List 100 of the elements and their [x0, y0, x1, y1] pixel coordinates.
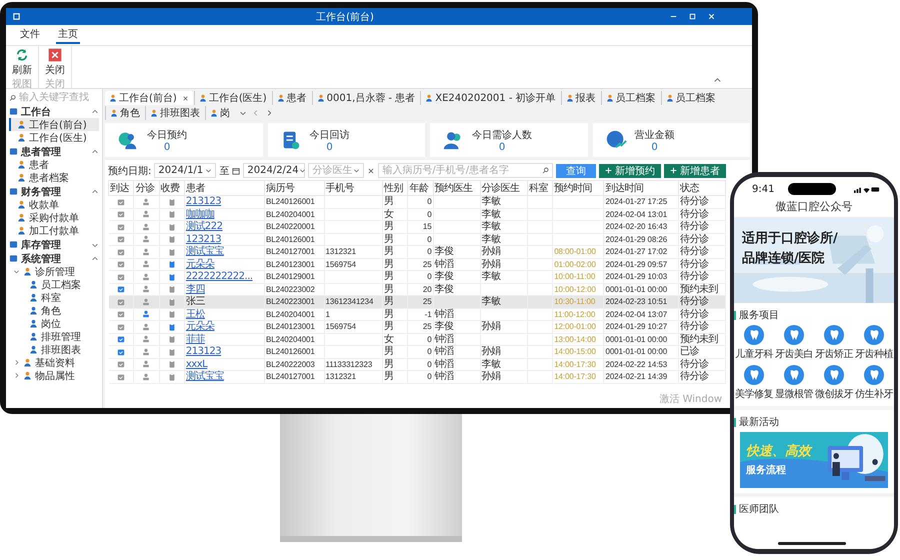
column-header[interactable]: 性别 — [382, 180, 408, 196]
menu-tab[interactable]: 文件 — [18, 26, 42, 44]
calendar-icon[interactable] — [116, 322, 125, 331]
patient-link[interactable]: 元朵朵 — [186, 258, 214, 270]
patient-link[interactable]: 元朵朵 — [186, 321, 214, 332]
service-label[interactable]: 儿童牙科 — [735, 347, 773, 361]
clipboard-icon[interactable] — [168, 235, 176, 244]
person-icon[interactable] — [142, 235, 150, 244]
document-tab[interactable]: 员工档案 — [660, 91, 720, 105]
column-header[interactable]: 科室 — [527, 180, 553, 196]
calendar-icon[interactable] — [116, 372, 125, 381]
document-tab[interactable]: 工作台(前台) — [105, 91, 193, 105]
clipboard-icon[interactable] — [168, 335, 176, 344]
caret-icon[interactable] — [298, 167, 306, 174]
person-icon[interactable] — [142, 272, 150, 281]
patient-link[interactable]: 菲菲 — [186, 334, 205, 345]
tab-list-icon[interactable] — [239, 109, 247, 117]
calendar-icon[interactable] — [116, 222, 125, 231]
calendar-icon[interactable] — [116, 248, 125, 256]
clipboard-icon[interactable] — [168, 272, 176, 281]
scroll-right-icon[interactable] — [265, 109, 273, 117]
sidebar-item[interactable]: 岗位 — [9, 317, 99, 330]
sidebar-item[interactable]: 基础资料 — [9, 356, 99, 369]
sidebar-item[interactable]: 患者档案 — [9, 171, 99, 184]
patient-link[interactable]: 咖咖咖 — [186, 208, 214, 220]
clipboard-icon[interactable] — [168, 322, 176, 331]
scroll-left-icon[interactable] — [252, 109, 260, 117]
maximize-icon[interactable] — [688, 12, 697, 21]
person-icon[interactable] — [142, 248, 150, 256]
calendar-icon[interactable] — [116, 235, 125, 244]
column-header[interactable]: 预约医生 — [433, 180, 480, 196]
clipboard-icon[interactable] — [168, 260, 176, 268]
sidebar-item[interactable]: 采购付款单 — [9, 211, 99, 224]
tooth-icon[interactable] — [784, 365, 804, 385]
clipboard-icon[interactable] — [168, 372, 176, 381]
add-button[interactable]: 新增患者 — [664, 164, 726, 178]
patient-link[interactable]: 李四 — [186, 284, 205, 295]
patient-link[interactable]: 测试宝宝 — [186, 246, 224, 258]
person-icon[interactable] — [142, 285, 150, 294]
person-icon[interactable] — [142, 198, 150, 206]
date-field[interactable]: 2024/1/1 — [154, 163, 216, 178]
column-header[interactable]: 分诊 — [134, 180, 160, 196]
sidebar-section[interactable]: 患者管理 — [9, 145, 99, 158]
clipboard-icon[interactable] — [168, 310, 176, 318]
patient-link[interactable]: 测试222 — [186, 221, 222, 232]
service-label[interactable]: 牙齿美白 — [775, 347, 813, 361]
column-header[interactable]: 到达时间 — [604, 180, 678, 196]
document-tab[interactable]: XE240202001 - 初诊开单 — [420, 91, 560, 105]
column-header[interactable]: 预约时间 — [552, 180, 604, 196]
caret-icon[interactable] — [13, 268, 20, 275]
sidebar-item[interactable]: 收款单 — [9, 198, 99, 211]
refresh-button[interactable]: 刷新 — [10, 48, 34, 77]
patient-link[interactable]: xxxL — [186, 358, 208, 370]
person-icon[interactable] — [142, 260, 150, 268]
sidebar-section[interactable]: 财务管理 — [9, 185, 99, 198]
sidebar-item[interactable]: 角色 — [9, 304, 99, 317]
service-label[interactable]: 牙齿矫正 — [815, 347, 853, 361]
sidebar-item[interactable]: 工作台(医生) — [9, 131, 99, 144]
person-icon[interactable] — [142, 298, 150, 306]
clipboard-icon[interactable] — [168, 210, 176, 218]
sidebar-item[interactable]: 诊所管理 — [9, 265, 99, 278]
person-icon[interactable] — [142, 335, 150, 344]
date-field[interactable]: 2024/2/24 — [243, 163, 306, 178]
patient-link[interactable]: 测试宝宝 — [186, 371, 224, 382]
caret-icon[interactable] — [205, 167, 212, 174]
column-header[interactable]: 病历号 — [264, 180, 324, 196]
person-icon[interactable] — [142, 222, 150, 231]
clipboard-icon[interactable] — [168, 222, 176, 231]
calendar-icon[interactable] — [116, 198, 125, 206]
document-tab[interactable]: 角色 — [105, 106, 144, 120]
person-icon[interactable] — [142, 360, 150, 368]
patient-link[interactable]: 213123 — [186, 346, 222, 358]
patient-link[interactable]: 王松 — [186, 308, 205, 320]
calendar-icon[interactable] — [116, 272, 125, 281]
sidebar-item[interactable]: 患者 — [9, 158, 99, 171]
document-tab[interactable]: 0001,吕永蓉 - 患者 — [312, 91, 420, 105]
calendar-icon[interactable] — [116, 210, 125, 218]
tooth-icon[interactable] — [824, 365, 844, 385]
sidebar-item[interactable]: 员工档案 — [9, 278, 99, 291]
patient-link[interactable]: 123213 — [186, 234, 222, 245]
sidebar-section[interactable]: 系统管理 — [9, 252, 99, 265]
calendar-icon[interactable] — [116, 260, 125, 268]
person-icon[interactable] — [142, 310, 150, 318]
caret-icon[interactable] — [353, 167, 360, 174]
clipboard-icon[interactable] — [168, 298, 176, 306]
service-label[interactable]: 显微根管 — [775, 387, 813, 401]
sidebar-section[interactable]: 库存管理 — [9, 238, 99, 251]
service-label[interactable]: 仿生补牙 — [855, 387, 893, 401]
chevron-icon[interactable] — [91, 108, 99, 116]
selected-row[interactable]: 张三 BL240223001 13612341234 男 25 李敏 10:30-11:00 2024-02-23 10:51 待分诊 — [108, 296, 726, 308]
service-label[interactable]: 美学修复 — [735, 387, 773, 401]
calendar-icon[interactable] — [116, 360, 125, 368]
close-button[interactable]: 关闭 — [43, 48, 67, 77]
calendar-icon[interactable] — [116, 310, 125, 318]
clear-icon[interactable] — [367, 166, 376, 174]
tooth-icon[interactable] — [784, 325, 804, 345]
close-icon[interactable] — [182, 94, 189, 102]
clipboard-icon[interactable] — [168, 285, 176, 294]
document-tab[interactable]: 岗 — [205, 106, 234, 120]
patient-link[interactable]: 213123 — [186, 196, 222, 208]
